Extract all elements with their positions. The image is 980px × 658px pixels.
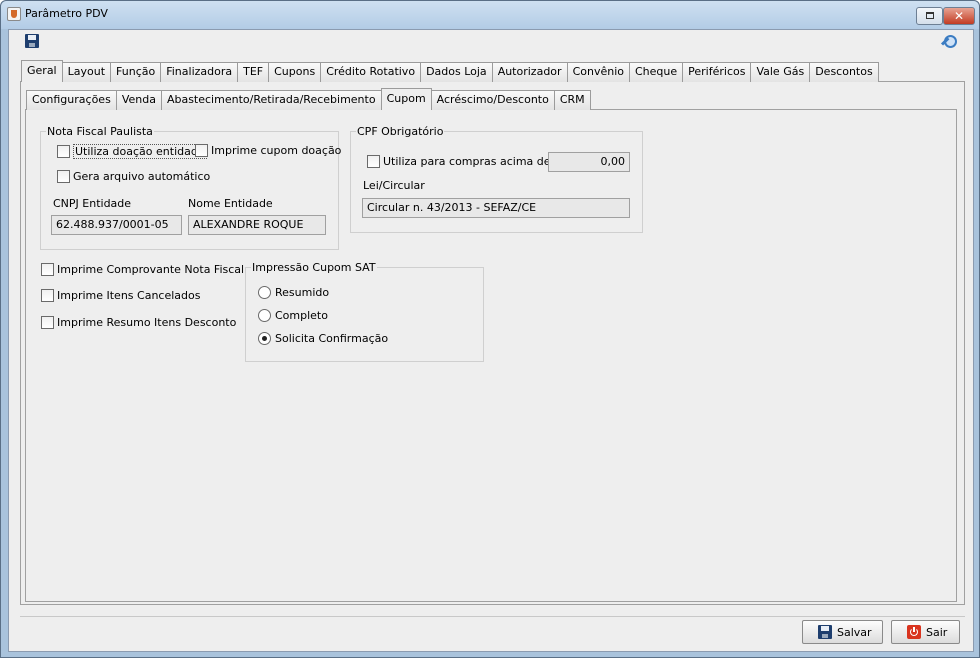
sair-button[interactable]: Sair xyxy=(891,620,960,644)
nome-entidade-field[interactable]: ALEXANDRE ROQUE xyxy=(188,215,326,235)
checkbox-box[interactable] xyxy=(367,155,380,168)
salvar-button[interactable]: Salvar xyxy=(802,620,883,644)
checkbox-label: Imprime Resumo Itens Desconto xyxy=(57,316,237,329)
subtab-venda[interactable]: Venda xyxy=(115,90,162,110)
subtab-crm[interactable]: CRM xyxy=(553,90,591,110)
checkbox-box[interactable] xyxy=(41,263,54,276)
tab-funcao[interactable]: Função xyxy=(110,62,162,82)
tab-convenio[interactable]: Convênio xyxy=(566,62,630,82)
gera-arquivo-checkbox[interactable]: Gera arquivo automático xyxy=(57,170,210,183)
radio-label: Completo xyxy=(275,309,328,322)
checkbox-box[interactable] xyxy=(195,144,208,157)
tab-descontos[interactable]: Descontos xyxy=(809,62,879,82)
radio-label: Resumido xyxy=(275,286,330,299)
tab-cupons[interactable]: Cupons xyxy=(268,62,322,82)
cnpj-label: CNPJ Entidade xyxy=(53,197,132,210)
checkbox-label: Utiliza para compras acima de R$ xyxy=(383,155,569,168)
checkbox-label: Utiliza doação entidade xyxy=(73,144,207,159)
tab-autorizador[interactable]: Autorizador xyxy=(491,62,568,82)
client-area: Geral Layout Função Finalizadora TEF Cupons Cr… xyxy=(8,29,974,652)
tab-cheque[interactable]: Cheque xyxy=(628,62,684,82)
tab-vale-gas[interactable]: Vale Gás xyxy=(750,62,811,82)
restore-button[interactable] xyxy=(916,7,943,25)
subtab-abastecimento-retirada-recebimento[interactable]: Abastecimento/Retirada/Recebimento xyxy=(160,90,382,110)
radio-circle[interactable] xyxy=(258,309,271,322)
tab-layout[interactable]: Layout xyxy=(61,62,112,82)
utiliza-doacao-checkbox[interactable]: Utiliza doação entidade xyxy=(57,144,207,159)
restore-icon xyxy=(926,12,934,19)
java-app-icon xyxy=(7,7,21,21)
group-title: CPF Obrigatório xyxy=(356,125,445,138)
close-button[interactable]: ✕ xyxy=(943,7,975,25)
tab-tef[interactable]: TEF xyxy=(237,62,270,82)
checkbox-label: Imprime Comprovante Nota Fiscal xyxy=(57,263,245,276)
button-label: Salvar xyxy=(837,625,872,639)
checkbox-box[interactable] xyxy=(57,170,70,183)
imprime-resumo-desconto-checkbox[interactable]: Imprime Resumo Itens Desconto xyxy=(41,316,236,329)
tab-perifericos[interactable]: Periféricos xyxy=(682,62,752,82)
window-title: Parâmetro PDV xyxy=(25,7,108,20)
imprime-comprovante-checkbox[interactable]: Imprime Comprovante Nota Fiscal xyxy=(41,263,244,276)
radio-label: Solicita Confirmação xyxy=(275,332,389,345)
radio-solicita-confirmacao[interactable]: Solicita Confirmação xyxy=(258,332,388,345)
tab-geral[interactable]: Geral xyxy=(21,60,63,82)
radio-resumido[interactable]: Resumido xyxy=(258,286,329,299)
application-window: Parâmetro PDV ✕ Geral Layout Função Finaliz… xyxy=(0,0,980,658)
checkbox-box[interactable] xyxy=(41,316,54,329)
button-label: Sair xyxy=(926,625,948,639)
radio-circle[interactable] xyxy=(258,332,271,345)
subtab-acrescimo-desconto[interactable]: Acréscimo/Desconto xyxy=(430,90,555,110)
checkbox-label: Imprime cupom doação xyxy=(211,144,342,157)
exit-icon xyxy=(907,625,921,639)
radio-circle[interactable] xyxy=(258,286,271,299)
tab-finalizadora[interactable]: Finalizadora xyxy=(160,62,239,82)
checkbox-label: Gera arquivo automático xyxy=(73,170,211,183)
imprime-itens-cancelados-checkbox[interactable]: Imprime Itens Cancelados xyxy=(41,289,200,302)
save-icon xyxy=(818,625,832,639)
group-title: Impressão Cupom SAT xyxy=(251,261,377,274)
save-icon[interactable] xyxy=(25,34,39,48)
nome-entidade-label: Nome Entidade xyxy=(188,197,273,210)
key-icon[interactable] xyxy=(940,34,958,52)
subtab-cupom[interactable]: Cupom xyxy=(380,88,432,110)
imprime-cupom-doacao-checkbox[interactable]: Imprime cupom doação xyxy=(195,144,341,157)
checkbox-box[interactable] xyxy=(57,145,70,158)
tab-dados-loja[interactable]: Dados Loja xyxy=(420,62,493,82)
lei-circular-label: Lei/Circular xyxy=(363,179,425,192)
checkbox-label: Imprime Itens Cancelados xyxy=(57,289,201,302)
valor-minimo-field[interactable]: 0,00 xyxy=(548,152,630,172)
close-icon: ✕ xyxy=(953,9,965,23)
tab-credito-rotativo[interactable]: Crédito Rotativo xyxy=(320,62,422,82)
radio-completo[interactable]: Completo xyxy=(258,309,328,322)
checkbox-box[interactable] xyxy=(41,289,54,302)
cnpj-field[interactable]: 62.488.937/0001-05 xyxy=(51,215,182,235)
utiliza-compras-checkbox[interactable]: Utiliza para compras acima de R$ xyxy=(367,155,569,168)
footer-separator xyxy=(20,616,965,617)
sub-tab-bar: Configurações Venda Abastecimento/Retirada… xyxy=(26,88,591,110)
lei-circular-field[interactable]: Circular n. 43/2013 - SEFAZ/CE xyxy=(362,198,630,218)
group-title: Nota Fiscal Paulista xyxy=(46,125,154,138)
main-tab-bar: Geral Layout Função Finalizadora TEF Cupons Cr… xyxy=(21,60,879,82)
subtab-configuracoes[interactable]: Configurações xyxy=(26,90,117,110)
title-bar[interactable]: Parâmetro PDV ✕ xyxy=(1,1,979,29)
